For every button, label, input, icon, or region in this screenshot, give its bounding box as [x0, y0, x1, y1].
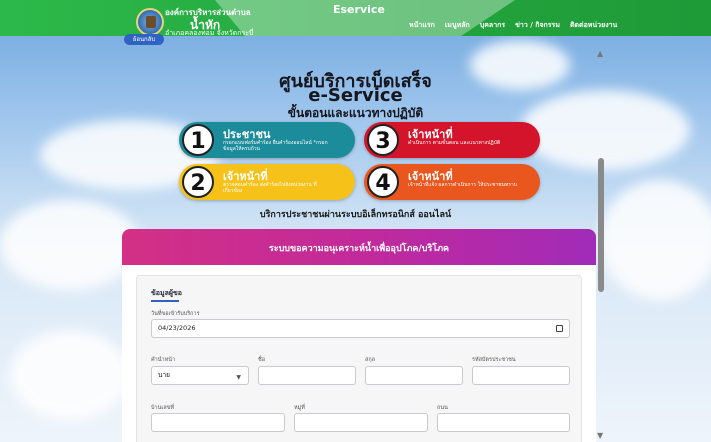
step-2-card: 2 เจ้าหน้าที่ ตรวจสอบคำร้อง ส่งคำร้องไปย…	[179, 164, 355, 200]
step-description: เจ้าหน้าที่แจ้ง ผลการดำเนินการ ให้ประชาช…	[408, 182, 517, 188]
org-name-line3: อำเภอคลองท่อม จังหวัดกระบี่	[165, 29, 254, 37]
brand-label: Eservice	[333, 3, 385, 16]
prefix-label: คำนำหน้า	[151, 357, 176, 363]
chevron-down-icon: ▼	[236, 374, 241, 381]
lastname-label: สกุล	[365, 357, 376, 363]
prefix-select[interactable]: นาย ▼	[151, 366, 249, 385]
firstname-label: ชื่อ	[258, 357, 266, 363]
date-field[interactable]: 04/23/2026	[151, 319, 570, 338]
step-description: ตรวจสอบคำร้อง ส่งคำร้องไปยังหน่วยงาน ที่…	[223, 182, 317, 194]
nav-item-main-menu[interactable]: เมนูหลัก	[445, 20, 470, 31]
logo-emblem-icon	[146, 16, 156, 28]
section-underline	[151, 300, 179, 302]
idcard-label: รหัสบัตรประชาชน	[472, 357, 516, 363]
nav-item-news[interactable]: ข่าว / กิจกรรม	[515, 20, 560, 31]
nav-item-home[interactable]: หน้าแรก	[409, 20, 435, 31]
step-description: ดำเนินการ ตามขั้นตอน และแนวทางปฏิบัติ	[408, 140, 501, 146]
scroll-up-icon[interactable]: ▲	[597, 50, 603, 58]
step-number: 4	[367, 166, 399, 198]
nav-item-contact[interactable]: ติดต่อหน่วยงาน	[570, 20, 617, 31]
prefix-value: นาย	[158, 371, 170, 379]
idcard-field[interactable]	[472, 366, 570, 385]
step-number: 3	[367, 124, 399, 156]
cloud	[10, 330, 130, 420]
house-number-label: บ้านเลขที่	[151, 405, 174, 411]
house-number-field[interactable]	[151, 413, 285, 432]
step-description: กรอกแบบฟอร์มคำร้อง ยื่นคำร้องออนไลน์ *กร…	[223, 140, 328, 152]
step-number: 1	[182, 124, 214, 156]
requester-section: ข้อมูลผู้ขอ วันที่ขอเข้ารับบริการ 04/23/…	[136, 275, 582, 442]
road-label: ถนน	[437, 405, 448, 411]
date-value: 04/23/2026	[158, 324, 196, 332]
step-3-card: 3 เจ้าหน้าที่ ดำเนินการ ตามขั้นตอน และแน…	[364, 122, 540, 158]
lastname-field[interactable]	[365, 366, 463, 385]
org-logo[interactable]	[136, 8, 164, 36]
form-header: ระบบขอความอนุเคราะห์น้ำเพื่ออุปโภค/บริโภ…	[122, 229, 596, 265]
firstname-field[interactable]	[258, 366, 356, 385]
moo-label: หมู่ที่	[294, 405, 305, 411]
request-form-card: ระบบขอความอนุเคราะห์น้ำเพื่ออุปโภค/บริโภ…	[122, 229, 596, 442]
back-button[interactable]: ย้อนกลับ	[124, 34, 164, 45]
top-bar: Eservice หน้าแรก เมนูหลัก บุคลากร ข่าว /…	[0, 0, 711, 36]
calendar-icon[interactable]	[556, 325, 563, 332]
cloud	[600, 180, 711, 300]
scroll-down-icon[interactable]: ▼	[597, 432, 603, 440]
section-title: ข้อมูลผู้ขอ	[151, 289, 182, 297]
form-title: ระบบขอความอนุเคราะห์น้ำเพื่ออุปโภค/บริโภ…	[268, 244, 450, 254]
step-1-card: 1 ประชาชน กรอกแบบฟอร์มคำร้อง ยื่นคำร้องอ…	[179, 122, 355, 158]
step-4-card: 4 เจ้าหน้าที่ เจ้าหน้าที่แจ้ง ผลการดำเนิ…	[364, 164, 540, 200]
scrollbar-thumb[interactable]	[598, 158, 604, 292]
date-label: วันที่ขอเข้ารับบริการ	[151, 311, 200, 317]
road-field[interactable]	[437, 413, 570, 432]
main-nav: หน้าแรก เมนูหลัก บุคลากร ข่าว / กิจกรรม …	[409, 20, 617, 31]
moo-field[interactable]	[294, 413, 428, 432]
step-number: 2	[182, 166, 214, 198]
nav-item-personnel[interactable]: บุคลากร	[480, 20, 505, 31]
